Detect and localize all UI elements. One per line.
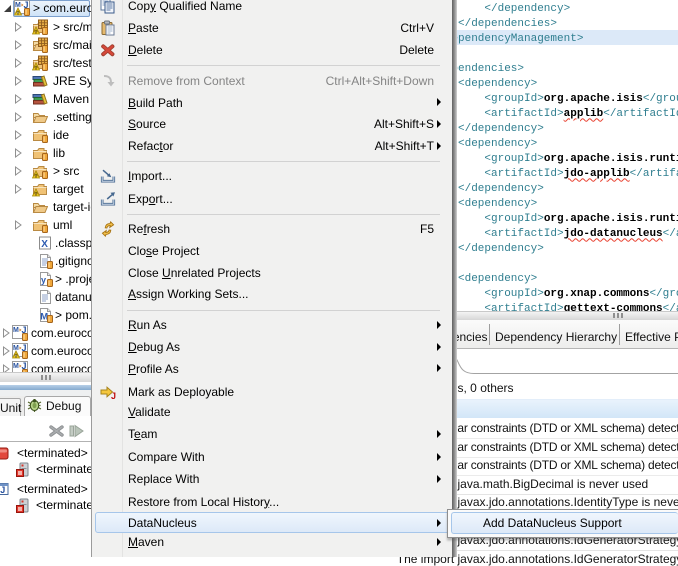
svg-text:J: J	[111, 391, 116, 400]
svg-text:X: X	[41, 239, 48, 250]
svg-text:y: y	[41, 275, 46, 285]
svg-text:J: J	[0, 485, 5, 495]
